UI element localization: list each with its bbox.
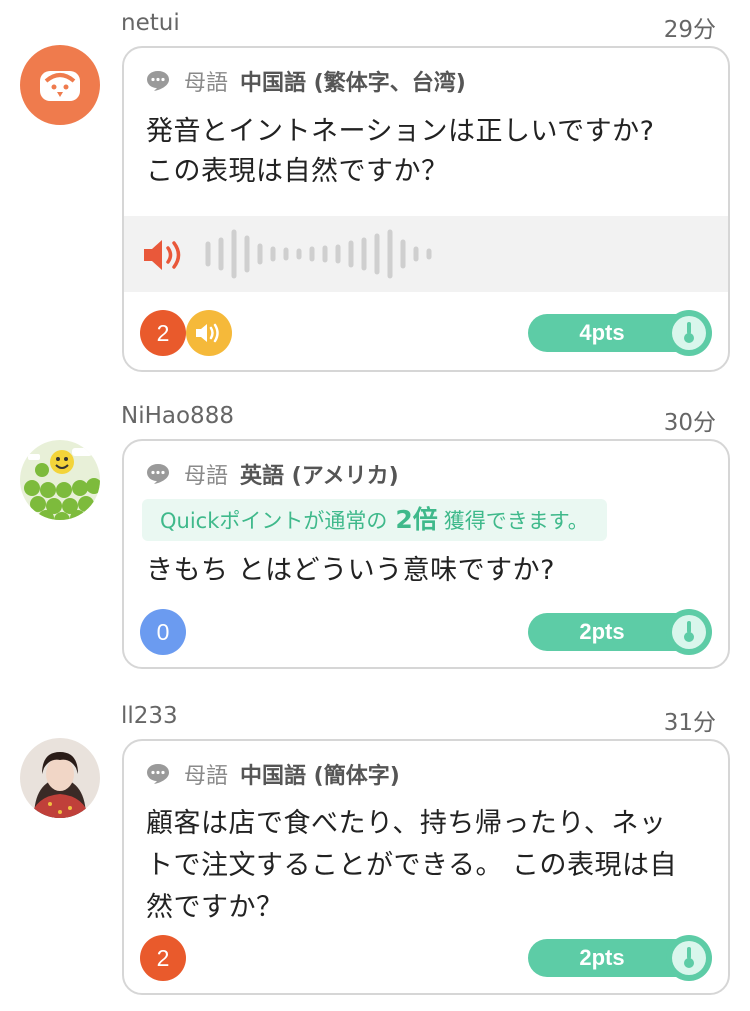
quick-banner-before: Quickポイントが通常の bbox=[160, 509, 388, 533]
audio-player[interactable] bbox=[124, 216, 728, 292]
question-card[interactable]: 母語 中国語 (繁体字、台湾) 発音とイントネーションは正しいですか? この表現… bbox=[122, 46, 730, 372]
timestamp: 31分 bbox=[663, 710, 716, 736]
question-line: トで注文することができる。 この表現は自 bbox=[146, 850, 678, 881]
audio-answer-icon bbox=[186, 310, 232, 356]
native-language-prefix: 母語 bbox=[184, 71, 229, 96]
points-toggle[interactable]: 2pts bbox=[528, 609, 712, 655]
question-line: この表現は自然ですか？ bbox=[146, 156, 449, 187]
question-line: きもち とはどういう意味ですか? bbox=[146, 555, 555, 586]
question-text: 顧客は店で食べたり、持ち帰ったり、ネッ トで注文することができる。 この表現は自… bbox=[146, 803, 677, 929]
native-language-prefix: 母語 bbox=[184, 464, 229, 489]
quick-points-banner: Quickポイントが通常の 2倍 獲得できます。 bbox=[142, 499, 607, 541]
answer-count-badge: 2 bbox=[140, 310, 186, 356]
question-card[interactable]: 母語 中国語 (簡体字) 顧客は店で食べたり、持ち帰ったり、ネッ トで注文するこ… bbox=[122, 739, 730, 995]
username[interactable]: ll233 bbox=[121, 703, 178, 729]
post-ll233[interactable]: ll233 31分 母語 中国語 (簡体字) 顧客は店で食べたり、持ち帰ったり、… bbox=[0, 703, 750, 1003]
native-language-name: 中国語 (簡体字) bbox=[240, 764, 400, 789]
quick-banner-multiplier: 2倍 bbox=[395, 505, 438, 534]
post-nihao888[interactable]: NiHao888 30分 母語 英語 (アメリカ) Quickポイントが通常の … bbox=[0, 403, 750, 673]
avatar[interactable] bbox=[20, 45, 100, 125]
waveform-icon bbox=[205, 229, 432, 279]
native-language-row: 母語 中国語 (繁体字、台湾) bbox=[146, 64, 466, 98]
speech-bubble-icon bbox=[147, 764, 169, 784]
native-language-row: 母語 英語 (アメリカ) bbox=[146, 457, 399, 491]
points-toggle-icon[interactable] bbox=[666, 609, 712, 655]
points-toggle[interactable]: 4pts bbox=[528, 310, 712, 356]
native-language-name: 英語 (アメリカ) bbox=[240, 464, 399, 489]
points-label: 2pts bbox=[579, 945, 625, 970]
native-language-row: 母語 中国語 (簡体字) bbox=[146, 757, 400, 791]
avatar[interactable] bbox=[20, 738, 100, 818]
username[interactable]: netui bbox=[121, 10, 180, 36]
avatar[interactable] bbox=[20, 440, 100, 520]
speaker-icon[interactable] bbox=[142, 236, 190, 274]
quick-banner-after: 獲得できます。 bbox=[443, 509, 589, 533]
points-toggle[interactable]: 2pts bbox=[528, 935, 712, 981]
timestamp: 30分 bbox=[663, 410, 716, 436]
speech-bubble-icon bbox=[147, 464, 169, 484]
speech-bubble-icon bbox=[147, 71, 169, 91]
answer-count-badge: 0 bbox=[140, 609, 186, 655]
question-text: 発音とイントネーションは正しいですか? この表現は自然ですか？ bbox=[146, 112, 654, 192]
points-toggle-icon[interactable] bbox=[666, 310, 712, 356]
question-line: 発音とイントネーションは正しいですか? bbox=[146, 116, 655, 147]
question-text: きもち とはどういう意味ですか? bbox=[146, 551, 555, 591]
username[interactable]: NiHao888 bbox=[121, 403, 234, 429]
question-line: 然ですか？ bbox=[146, 892, 284, 923]
question-card[interactable]: 母語 英語 (アメリカ) Quickポイントが通常の 2倍 獲得できます。 きも… bbox=[122, 439, 730, 669]
timestamp: 29分 bbox=[663, 17, 716, 43]
question-line: 顧客は店で食べたり、持ち帰ったり、ネッ bbox=[146, 808, 667, 839]
native-language-name: 中国語 (繁体字、台湾) bbox=[240, 71, 466, 96]
points-label: 4pts bbox=[579, 320, 625, 345]
points-toggle-icon[interactable] bbox=[666, 935, 712, 981]
points-label: 2pts bbox=[579, 619, 625, 644]
post-netui[interactable]: netui 29分 母語 中国語 (繁体字、台湾) 発音とイントネーションは正し… bbox=[0, 10, 750, 380]
native-language-prefix: 母語 bbox=[184, 764, 229, 789]
answer-count-badge: 2 bbox=[140, 935, 186, 981]
